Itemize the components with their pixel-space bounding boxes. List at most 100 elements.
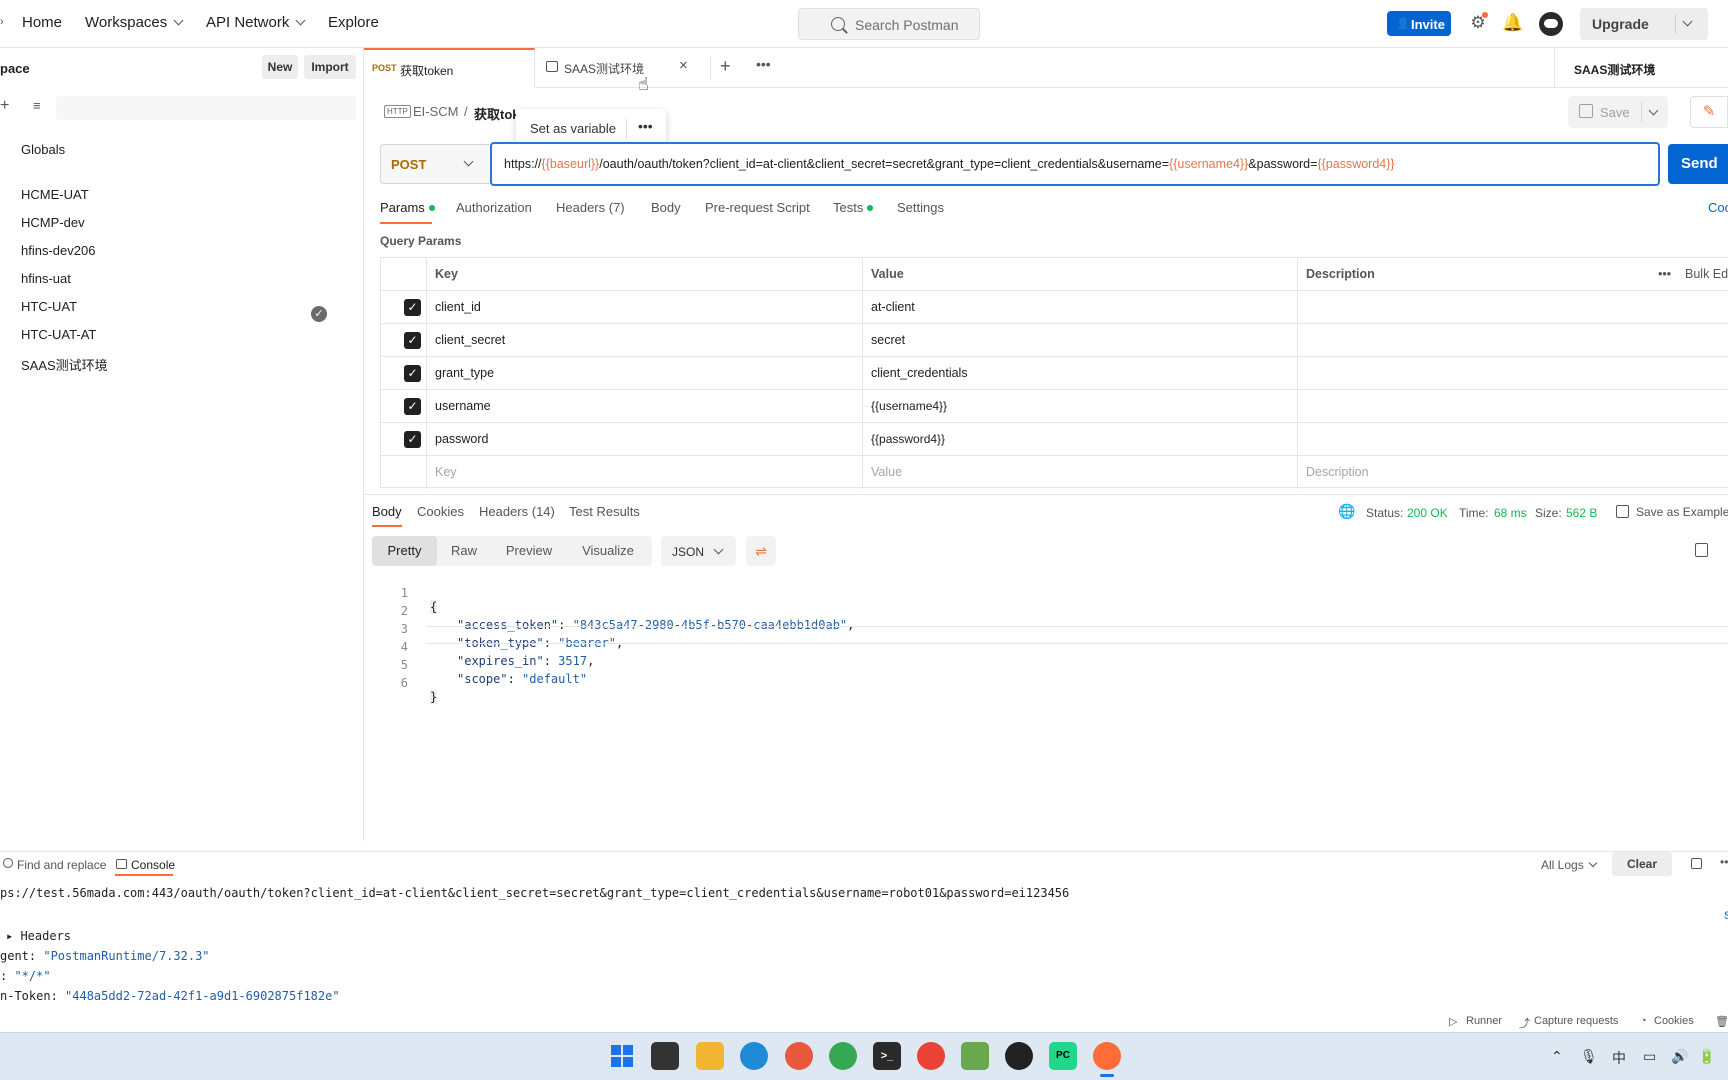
avatar[interactable] (1539, 12, 1563, 36)
response-tab-body[interactable]: Body (372, 504, 402, 519)
checkbox[interactable]: ✓ (404, 332, 421, 349)
upgrade-button[interactable]: Upgrade (1580, 8, 1708, 40)
plus-icon[interactable]: + (0, 97, 9, 115)
response-tab-headers[interactable]: Headers (14) (479, 504, 555, 519)
console-log-url[interactable]: ps://test.56mada.com:443/oauth/oauth/tok… (0, 886, 1069, 900)
wrap-lines-icon[interactable]: ⇌ (746, 536, 776, 566)
param-key[interactable]: username (435, 390, 491, 423)
recorder-icon[interactable] (1005, 1042, 1033, 1070)
chevron-left-icon[interactable]: › (0, 16, 4, 28)
tab-pre-request-script[interactable]: Pre-request Script (705, 200, 810, 215)
terminal-icon[interactable]: >_ (873, 1042, 901, 1070)
postman-icon[interactable] (1093, 1042, 1121, 1070)
input-method-icon[interactable]: 中 (1612, 1048, 1626, 1068)
new-param-value-input[interactable]: Value (871, 456, 902, 489)
param-value[interactable]: secret (871, 324, 905, 357)
response-tab-test-results[interactable]: Test Results (569, 504, 640, 519)
param-value[interactable]: {{password4}} (871, 423, 945, 456)
tab-settings[interactable]: Settings (897, 200, 944, 215)
windows-start-icon[interactable] (608, 1042, 636, 1070)
sidebar-item-env[interactable]: HTC-UAT (21, 299, 77, 314)
bell-icon[interactable]: 🔔 (1502, 12, 1524, 34)
param-key[interactable]: grant_type (435, 357, 494, 390)
breadcrumb-collection[interactable]: EI-SCM (413, 104, 459, 119)
settings-icon[interactable]: ⚙ (1467, 12, 1489, 34)
sidebar-item-env[interactable]: hfins-dev206 (21, 243, 95, 258)
save-as-example-button[interactable]: Save as Example (1636, 505, 1728, 519)
url-variable-baseurl[interactable]: {{baseurl}} (542, 157, 600, 171)
sidebar-item-globals[interactable]: Globals (21, 142, 65, 157)
tab-tests[interactable]: Tests (833, 200, 874, 215)
param-key[interactable]: password (435, 423, 489, 456)
param-value[interactable]: {{username4}} (871, 390, 947, 423)
tab-environment[interactable]: SAAS测试环境 × (535, 48, 1070, 88)
copy-icon[interactable] (1691, 858, 1702, 869)
sidebar-item-env[interactable]: HCME-UAT (21, 187, 89, 202)
breadcrumb-request[interactable]: 获取tok (474, 104, 520, 123)
chevron-up-icon[interactable]: ⌃ (1551, 1048, 1563, 1065)
more-tabs-icon[interactable]: ••• (756, 56, 771, 72)
save-button[interactable]: Save (1568, 96, 1668, 128)
param-value[interactable]: client_credentials (871, 357, 968, 390)
tab-body[interactable]: Body (651, 200, 681, 215)
more-options-icon[interactable]: ••• (1658, 258, 1671, 291)
chrome-icon[interactable] (917, 1042, 945, 1070)
file-explorer-icon[interactable] (696, 1042, 724, 1070)
environment-selector[interactable]: SAAS测试环境 (1574, 61, 1655, 78)
invite-button[interactable]: 👤 Invite (1387, 11, 1451, 36)
status-badge[interactable]: 200 OK (1407, 506, 1448, 520)
sidebar-item-env[interactable]: HTC-UAT-AT (21, 327, 96, 342)
chevron-down-icon[interactable] (1682, 16, 1693, 27)
set-as-variable-button[interactable]: Set as variable (530, 121, 616, 136)
tab-authorization[interactable]: Authorization (456, 200, 532, 215)
time-value[interactable]: 68 ms (1494, 506, 1527, 520)
import-button[interactable]: Import (304, 55, 356, 79)
chrome-icon[interactable] (829, 1042, 857, 1070)
volume-icon[interactable]: 🔊 (1671, 1048, 1688, 1065)
find-replace-button[interactable]: Find and replace (17, 858, 106, 872)
tab-headers[interactable]: Headers (7) (556, 200, 625, 215)
copy-icon[interactable] (1695, 543, 1708, 557)
bulk-edit-link[interactable]: Bulk Ed (1685, 258, 1728, 291)
param-key[interactable]: client_id (435, 291, 481, 324)
format-select[interactable]: JSON (661, 536, 736, 566)
nav-explore[interactable]: Explore (328, 14, 379, 31)
url-input[interactable]: https://{{baseurl}}/oauth/oauth/token?cl… (490, 142, 1660, 186)
checkbox[interactable]: ✓ (404, 398, 421, 415)
cookies-button[interactable]: Cookies (1654, 1015, 1694, 1027)
new-button[interactable]: New (262, 55, 298, 79)
new-param-key-input[interactable]: Key (435, 456, 457, 489)
checkbox[interactable]: ✓ (404, 365, 421, 382)
code-link[interactable]: Coo (1708, 200, 1728, 215)
edit-icon[interactable]: ✎ (1690, 96, 1728, 128)
battery-icon[interactable]: 🔋 (1698, 1048, 1715, 1065)
nav-workspaces[interactable]: Workspaces (85, 14, 184, 31)
checkbox[interactable]: ✓ (404, 431, 421, 448)
nav-home[interactable]: Home (22, 14, 62, 31)
param-key[interactable]: client_secret (435, 324, 505, 357)
send-button[interactable]: Send (1668, 144, 1728, 184)
check-icon[interactable]: ✓ (311, 306, 327, 322)
view-pretty[interactable]: Pretty (372, 536, 437, 566)
url-variable-password[interactable]: {{password4}} (1317, 157, 1394, 171)
display-icon[interactable]: ▭ (1643, 1048, 1656, 1065)
console-link[interactable]: S (1724, 910, 1728, 922)
tab-request-active[interactable]: POST 获取token (364, 48, 535, 88)
sidebar-item-env[interactable]: hfins-uat (21, 271, 71, 286)
task-view-icon[interactable] (651, 1042, 679, 1070)
response-tab-cookies[interactable]: Cookies (417, 504, 464, 519)
sidebar-item-env[interactable]: HCMP-dev (21, 215, 85, 230)
tab-params[interactable]: Params (380, 200, 435, 215)
new-param-description-input[interactable]: Description (1306, 456, 1369, 489)
more-options-icon[interactable]: ••• (638, 118, 653, 134)
url-variable-username[interactable]: {{username4}} (1169, 157, 1248, 171)
log-level-select[interactable]: All Logs (1541, 858, 1597, 872)
filter-input[interactable] (56, 96, 356, 120)
capture-requests-button[interactable]: Capture requests (1534, 1015, 1618, 1027)
firefox-icon[interactable] (785, 1042, 813, 1070)
microphone-icon[interactable]: 🎙 (1580, 1048, 1598, 1065)
console-tab[interactable]: Console (131, 858, 175, 872)
view-preview[interactable]: Preview (491, 536, 567, 566)
nav-api-network[interactable]: API Network (206, 14, 306, 31)
filter-icon[interactable]: ≡ (33, 98, 41, 113)
